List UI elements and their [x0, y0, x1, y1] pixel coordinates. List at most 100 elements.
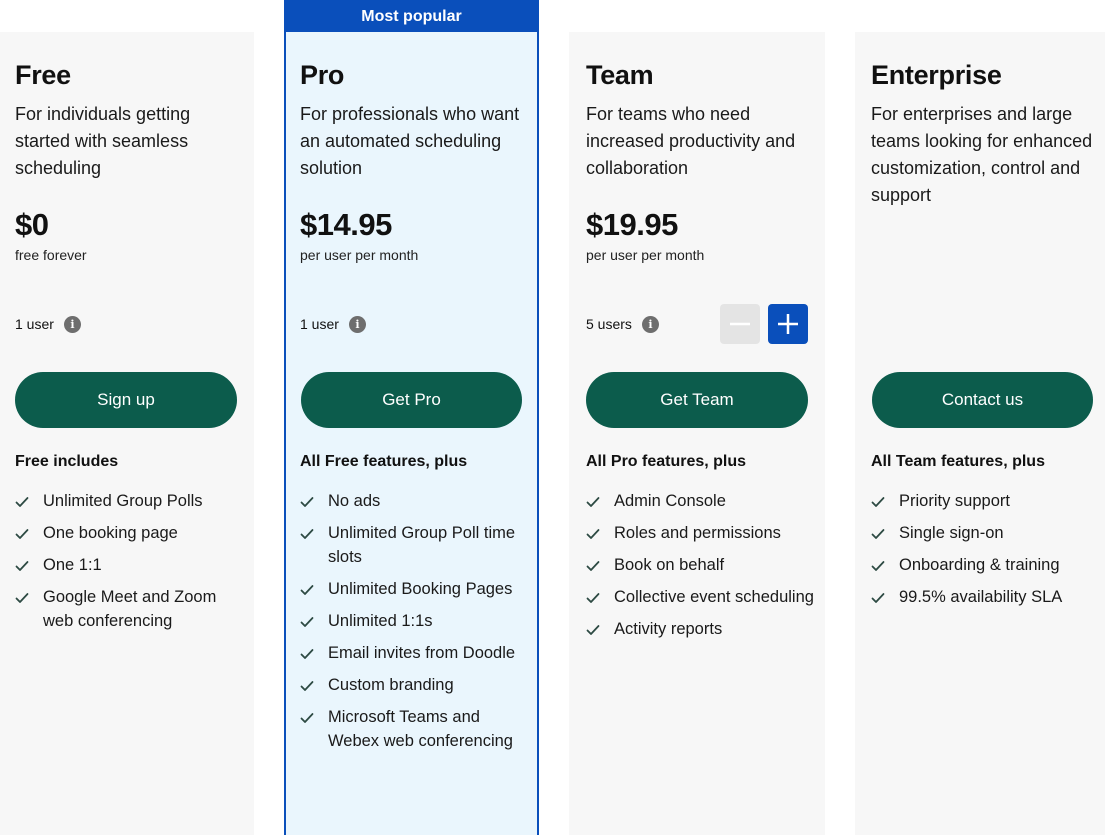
check-icon — [586, 489, 614, 513]
plan-name: Free — [15, 60, 71, 90]
features-title: Free includes — [15, 453, 119, 470]
feature-list: Unlimited Group Polls One booking page One… — [15, 489, 245, 641]
feature-text: Priority support — [899, 492, 1010, 510]
plan-description: For professionals who want an automated … — [300, 104, 520, 178]
contact-us-button[interactable]: Contact us — [872, 372, 1093, 428]
info-icon[interactable]: i — [63, 315, 81, 333]
check-icon — [15, 489, 43, 513]
plan-price: $0 — [15, 207, 49, 242]
feature-item: One booking page — [15, 521, 245, 545]
feature-text: Custom branding — [328, 676, 454, 694]
feature-item: No ads — [300, 489, 530, 513]
feature-text: Unlimited Booking Pages — [328, 580, 513, 598]
check-icon — [871, 585, 899, 609]
check-icon — [586, 585, 614, 609]
sign-up-button[interactable]: Sign up — [15, 372, 237, 428]
plan-name: Pro — [300, 60, 345, 90]
check-icon — [15, 585, 43, 633]
feature-text: Unlimited Group Poll time slots — [328, 524, 516, 566]
plan-price-subtitle: free forever — [15, 247, 87, 263]
check-icon — [300, 609, 328, 633]
features-title: All Team features, plus — [871, 453, 1045, 470]
check-icon — [300, 577, 328, 601]
user-count-row: 1 user i — [15, 312, 81, 336]
feature-text: Roles and permissions — [614, 524, 781, 542]
feature-item: Unlimited Booking Pages — [300, 577, 530, 601]
feature-item: Onboarding & training — [871, 553, 1101, 577]
user-count-row: 1 user i — [300, 312, 366, 336]
feature-text: One 1:1 — [43, 556, 102, 574]
check-icon — [586, 617, 614, 641]
feature-item: Collective event scheduling — [586, 585, 816, 609]
check-icon — [871, 553, 899, 577]
minus-icon — [730, 322, 750, 326]
feature-item: Microsoft Teams and Webex web conferenci… — [300, 705, 530, 753]
feature-list: Priority support Single sign-on Onboarding… — [871, 489, 1101, 617]
feature-item: Priority support — [871, 489, 1101, 513]
features-title: All Free features, plus — [300, 453, 468, 470]
check-icon — [871, 521, 899, 545]
increase-users-button[interactable] — [768, 304, 808, 344]
feature-text: Email invites from Doodle — [328, 644, 516, 662]
feature-list: Admin Console Roles and permissions Book o… — [586, 489, 816, 649]
feature-text: Book on behalf — [614, 556, 725, 574]
plan-name: Enterprise — [871, 60, 1002, 90]
feature-item: Email invites from Doodle — [300, 641, 530, 665]
user-count: 1 user — [15, 316, 54, 332]
plan-price: $19.95 — [586, 207, 678, 242]
feature-item: Unlimited Group Polls — [15, 489, 245, 513]
check-icon — [300, 489, 328, 513]
feature-item: Unlimited 1:1s — [300, 609, 530, 633]
check-icon — [300, 641, 328, 665]
decrease-users-button[interactable] — [720, 304, 760, 344]
plan-description: For teams who need increased productivit… — [586, 104, 796, 178]
feature-text: 99.5% availability SLA — [899, 588, 1063, 606]
user-count: 5 users — [586, 316, 632, 332]
feature-text: Unlimited Group Polls — [43, 492, 203, 510]
check-icon — [15, 521, 43, 545]
plan-card-free: Free For individuals getting started wit… — [0, 32, 254, 835]
feature-item: Google Meet and Zoom web conferencing — [15, 585, 245, 633]
plan-card-team: Team For teams who need increased produc… — [569, 32, 825, 835]
most-popular-badge: Most popular — [284, 0, 539, 33]
info-icon[interactable]: i — [641, 315, 659, 333]
feature-text: One booking page — [43, 524, 178, 542]
info-icon[interactable]: i — [348, 315, 366, 333]
feature-text: Collective event scheduling — [614, 588, 814, 606]
feature-text: Admin Console — [614, 492, 726, 510]
feature-item: Activity reports — [586, 617, 816, 641]
feature-text: Activity reports — [614, 620, 723, 638]
check-icon — [586, 553, 614, 577]
feature-text: No ads — [328, 492, 381, 510]
feature-item: One 1:1 — [15, 553, 245, 577]
plan-name: Team — [586, 60, 654, 90]
plan-card-enterprise: Enterprise For enterprises and large tea… — [855, 32, 1105, 835]
check-icon — [300, 521, 328, 569]
feature-item: Book on behalf — [586, 553, 816, 577]
features-title: All Pro features, plus — [586, 453, 747, 470]
feature-text: Google Meet and Zoom web conferencing — [43, 588, 217, 630]
plan-price: $14.95 — [300, 207, 392, 242]
user-count-stepper — [720, 304, 808, 344]
get-pro-button[interactable]: Get Pro — [301, 372, 522, 428]
feature-list: No ads Unlimited Group Poll time slots Unl… — [300, 489, 530, 761]
feature-text: Microsoft Teams and Webex web conferenci… — [328, 708, 513, 750]
check-icon — [871, 489, 899, 513]
feature-item: Unlimited Group Poll time slots — [300, 521, 530, 569]
feature-item: Admin Console — [586, 489, 816, 513]
plan-description: For enterprises and large teams looking … — [871, 104, 1093, 205]
plan-description: For individuals getting started with sea… — [15, 104, 191, 178]
get-team-button[interactable]: Get Team — [586, 372, 808, 428]
feature-item: Roles and permissions — [586, 521, 816, 545]
feature-item: 99.5% availability SLA — [871, 585, 1101, 609]
feature-item: Single sign-on — [871, 521, 1101, 545]
check-icon — [15, 553, 43, 577]
feature-text: Onboarding & training — [899, 556, 1060, 574]
check-icon — [586, 521, 614, 545]
feature-text: Unlimited 1:1s — [328, 612, 433, 630]
check-icon — [300, 673, 328, 697]
feature-item: Custom branding — [300, 673, 530, 697]
plan-card-pro: Pro For professionals who want an automa… — [284, 32, 539, 835]
feature-text: Single sign-on — [899, 524, 1004, 542]
user-count: 1 user — [300, 316, 339, 332]
